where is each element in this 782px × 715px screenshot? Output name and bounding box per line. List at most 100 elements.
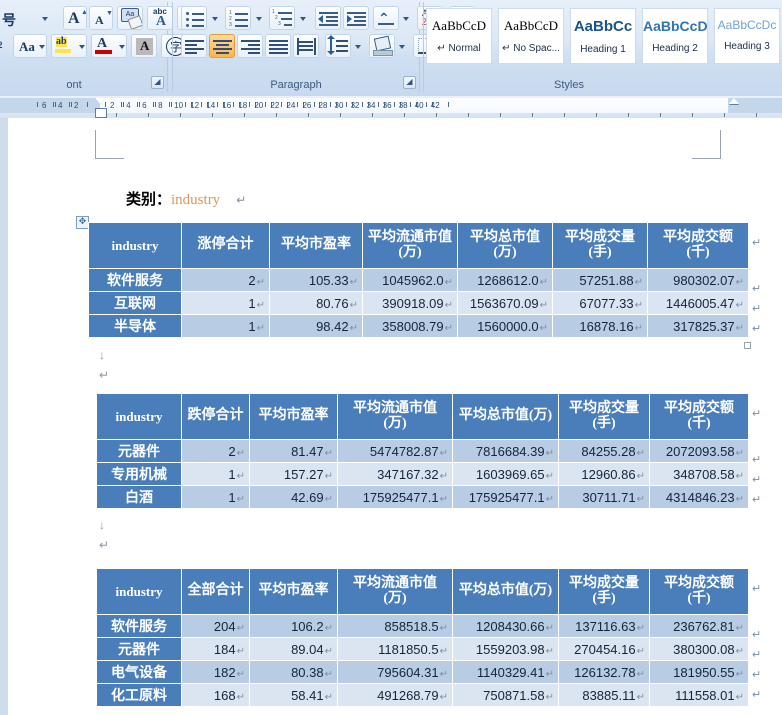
bullets-dropdown[interactable]	[207, 6, 221, 30]
line-spacing-button[interactable]	[325, 34, 351, 58]
multilevel-list-dropdown[interactable]	[295, 6, 309, 30]
font-size-combo[interactable]: 号	[0, 6, 57, 28]
table-cell[interactable]: 30711.71↵	[558, 485, 650, 509]
ruler-tab-stop[interactable]	[564, 113, 565, 117]
table-cell[interactable]: 57251.88↵	[552, 268, 648, 292]
table-cell[interactable]: 270454.16↵	[558, 637, 650, 661]
font-dialog-launcher[interactable]: ◢	[151, 76, 164, 89]
phonetic-guide-button[interactable]: abc A	[147, 6, 173, 30]
table-cell[interactable]: 80.76↵	[269, 291, 363, 315]
table-cell[interactable]: 390918.09↵	[362, 291, 458, 315]
ruler-tab-stop[interactable]	[340, 113, 341, 117]
increase-indent-button[interactable]	[343, 6, 369, 30]
table-cell[interactable]: 175925477.1↵	[452, 485, 559, 509]
table-cell[interactable]: 182↵	[181, 660, 250, 684]
table-cell[interactable]: 184↵	[181, 637, 250, 661]
table-cell[interactable]: 858518.5↵	[337, 614, 453, 638]
table-row[interactable]: 电气设备 182↵ 80.38↵ 795604.31↵ 1140329.41↵ 12613…	[96, 660, 749, 684]
table-cell[interactable]: 750871.58↵	[452, 683, 559, 707]
row-header-cell[interactable]: 软件服务	[88, 268, 182, 292]
ruler-tab-stop[interactable]	[244, 113, 245, 117]
clear-formatting-button[interactable]: Aa	[117, 6, 143, 30]
table-cell[interactable]: 1↵	[181, 462, 250, 486]
table-cell[interactable]: 1559203.98↵	[452, 637, 559, 661]
ruler-tab-stop[interactable]	[180, 113, 181, 117]
table-cell[interactable]: 67077.33↵	[552, 291, 648, 315]
table-limit-down-summary[interactable]: industry 跌停合计 平均市盈率 平均流通市值(万) 平均总市值(万) 平…	[96, 393, 749, 509]
line-spacing-dropdown[interactable]	[351, 34, 363, 58]
table-cell[interactable]: 1181850.5↵	[337, 637, 453, 661]
asian-layout-button[interactable]: ⌃	[373, 6, 399, 30]
ruler-tab-stop[interactable]	[660, 113, 661, 117]
table-cell[interactable]: 1↵	[181, 485, 250, 509]
asian-layout-dropdown[interactable]	[399, 6, 411, 30]
table-cell[interactable]: 168↵	[181, 683, 250, 707]
font-color-button[interactable]: A	[91, 34, 127, 58]
align-left-button[interactable]	[181, 34, 207, 58]
ruler-tab-stop[interactable]	[212, 113, 213, 117]
first-line-indent-marker[interactable]	[95, 98, 105, 104]
align-right-button[interactable]	[237, 34, 263, 58]
bullets-button[interactable]	[181, 6, 207, 30]
table-cell[interactable]: 795604.31↵	[337, 660, 453, 684]
table-cell[interactable]: 81.47↵	[249, 439, 338, 463]
table-row[interactable]: 专用机械 1↵ 157.27↵ 347167.32↵ 1603969.65↵ 12960.…	[96, 462, 749, 486]
table-cell[interactable]: 89.04↵	[249, 637, 338, 661]
text-highlight-button[interactable]: ab	[51, 34, 87, 58]
table-cell[interactable]: 1563670.09↵	[457, 291, 553, 315]
table-cell[interactable]: 42.69↵	[249, 485, 338, 509]
table-cell[interactable]: 137116.63↵	[558, 614, 650, 638]
table-all-summary[interactable]: industry 全部合计 平均市盈率 平均流通市值(万) 平均总市值(万) 平…	[96, 568, 749, 707]
table-cell[interactable]: 12960.86↵	[558, 462, 650, 486]
table-cell[interactable]: 236762.81↵	[649, 614, 749, 638]
table-cell[interactable]: 83885.11↵	[558, 683, 650, 707]
table-limit-up-summary[interactable]: industry 涨停合计 平均市盈率 平均流通市值(万) 平均总市值(万) 平…	[88, 222, 749, 338]
ruler-tab-stop[interactable]	[468, 113, 469, 117]
style-normal[interactable]: AaBbCcD ↵ Normal	[426, 8, 492, 64]
align-center-button[interactable]	[209, 34, 235, 58]
style-heading-3[interactable]: AaBbCcDc Heading 3	[714, 8, 780, 64]
ruler-left-margin[interactable]	[0, 98, 100, 113]
ruler-tab-stop[interactable]	[724, 113, 725, 117]
table-cell[interactable]: 1268612.0↵	[457, 268, 553, 292]
style-heading-2[interactable]: AaBbCcD Heading 2	[642, 8, 708, 64]
justify-button[interactable]	[265, 34, 291, 58]
decrease-indent-button[interactable]	[315, 6, 341, 30]
ruler-tab-stop[interactable]	[500, 113, 501, 117]
table-cell[interactable]: 1603969.65↵	[452, 462, 559, 486]
table-row[interactable]: 软件服务 204↵ 106.2↵ 858518.5↵ 1208430.66↵ 137116…	[96, 614, 749, 638]
row-header-cell[interactable]: 互联网	[88, 291, 182, 315]
table-cell[interactable]: 491268.79↵	[337, 683, 453, 707]
table-cell[interactable]: 106.2↵	[249, 614, 338, 638]
ruler-tab-stop[interactable]	[404, 113, 405, 117]
row-header-cell[interactable]: 元器件	[96, 637, 182, 661]
table-row[interactable]: 化工原料 168↵ 58.41↵ 491268.79↵ 750871.58↵ 83885.…	[96, 683, 749, 707]
table-cell[interactable]: 105.33↵	[269, 268, 363, 292]
ruler-tab-stop[interactable]	[372, 113, 373, 117]
ruler-tab-stop[interactable]	[756, 113, 757, 117]
distributed-button[interactable]	[293, 34, 319, 58]
table-cell[interactable]: 358008.79↵	[362, 314, 458, 338]
row-header-cell[interactable]: 软件服务	[96, 614, 182, 638]
table-cell[interactable]: 175925477.1↵	[337, 485, 453, 509]
table-cell[interactable]: 1446005.47↵	[647, 291, 749, 315]
ruler-tab-stop[interactable]	[276, 113, 277, 117]
table-cell[interactable]: 380300.08↵	[649, 637, 749, 661]
table-cell[interactable]: 7816684.39↵	[452, 439, 559, 463]
table-cell[interactable]: 98.42↵	[269, 314, 363, 338]
table-cell[interactable]: 348708.58↵	[649, 462, 749, 486]
superscript-button[interactable]: 2	[0, 34, 11, 58]
table-cell[interactable]: 80.38↵	[249, 660, 338, 684]
ruler-tab-stop[interactable]	[628, 113, 629, 117]
row-header-cell[interactable]: 化工原料	[96, 683, 182, 707]
table-cell[interactable]: 1140329.41↵	[452, 660, 559, 684]
ruler-tab-stop[interactable]	[436, 113, 437, 117]
shading-dropdown[interactable]	[395, 34, 407, 58]
change-case-button[interactable]: Aa	[13, 34, 47, 58]
table-cell[interactable]: 1560000.0↵	[457, 314, 553, 338]
ruler[interactable]: 6 4 2 2 4 6 8 10 12 14 16 18 20 22 24 26 28 30 32 34 36 38 40 4…	[0, 96, 782, 119]
table-row[interactable]: 软件服务 2↵ 105.33↵ 1045962.0↵ 1268612.0↵ 57251.8…	[88, 268, 749, 292]
ruler-tab-stop[interactable]	[692, 113, 693, 117]
table-cell[interactable]: 181950.55↵	[649, 660, 749, 684]
table-cell[interactable]: 2072093.58↵	[649, 439, 749, 463]
